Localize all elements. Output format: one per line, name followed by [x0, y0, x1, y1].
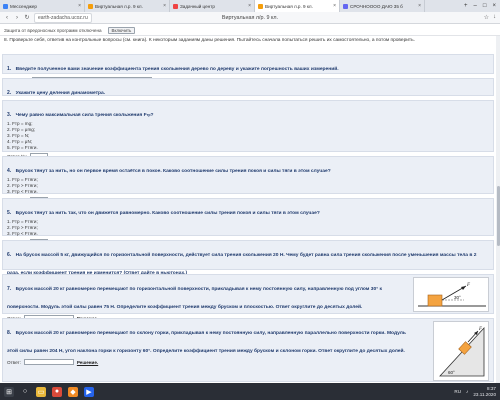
- page-content: 8. Проверьте себя, ответив на контрольны…: [0, 36, 496, 383]
- tab-label: Мессенджер: [10, 3, 37, 9]
- close-window-icon[interactable]: ×: [492, 3, 496, 9]
- file-explorer-icon[interactable]: ▭: [36, 386, 46, 397]
- tab-label: Задачный центр: [180, 3, 215, 9]
- task-2: 2. Укажите цену деления динамометра. Отв…: [2, 78, 494, 107]
- window-controls: + – □ ×: [464, 0, 500, 12]
- answer-label: Ответ:: [7, 359, 21, 365]
- question-text: Чему равно максимальная сила трения скол…: [15, 113, 147, 118]
- task-number: 5.: [7, 210, 12, 216]
- volume-icon[interactable]: ♪: [466, 389, 468, 394]
- protection-text: Защита от вредоносных программ отключена: [4, 27, 102, 33]
- incline-force-diagram: F 60°: [433, 321, 489, 381]
- address-bar: ‹ › ↻ earth-zadacha.ucoz.ru Виртуальная …: [0, 12, 500, 24]
- option: 5. Fтр = Fтяги.: [7, 145, 38, 150]
- task-number: 3.: [7, 112, 12, 118]
- task-number: 2.: [7, 90, 12, 96]
- close-icon[interactable]: ×: [248, 3, 251, 9]
- site-icon: [173, 3, 178, 9]
- question-text: Брусок массой 20 кг равномерно перемещаю…: [7, 331, 406, 354]
- tab-label: Виртуальная л.р. 9 кл.: [95, 3, 143, 9]
- task-3: 3. Чему равно максимальная сила трения с…: [2, 100, 494, 159]
- new-tab-icon[interactable]: +: [464, 3, 468, 9]
- tab-bar: Мессенджер × Виртуальная л.р. 9 кл. × За…: [0, 0, 500, 12]
- question-mark: ?: [150, 113, 154, 118]
- tab-messenger[interactable]: Мессенджер ×: [0, 0, 85, 12]
- enable-button[interactable]: Включить: [107, 26, 136, 34]
- question-text: Брусок тянут за нить, но он первое время…: [15, 169, 331, 174]
- task-6: 6. На брусок массой 5 кг, движущийся по …: [2, 240, 494, 287]
- task-4: 4. Брусок тянут за нить, но он первое вр…: [2, 156, 494, 203]
- answer-input[interactable]: [23, 359, 74, 365]
- close-icon[interactable]: ×: [418, 3, 421, 9]
- horizontal-force-diagram: F 30°: [413, 277, 489, 312]
- option: 3. Fтр < Fтяги.: [7, 189, 38, 194]
- option: 3. Fтр < Fтяги.: [7, 231, 38, 236]
- task-5: 5. Брусок тянут за нить так, что он движ…: [2, 198, 494, 245]
- messenger-icon: [3, 3, 8, 9]
- tab-label: СРОЧНОООО ДАЮ 35 б: [350, 3, 403, 9]
- task-7: 7. Брусок массой 20 кг равномерно переме…: [2, 274, 494, 321]
- language-indicator[interactable]: RU: [454, 389, 461, 394]
- search-icon[interactable]: ○: [20, 387, 30, 397]
- system-tray: RU ♪ 8:37 23.11.2020: [454, 386, 496, 397]
- solution-link[interactable]: Решение.: [77, 360, 98, 365]
- task-number: 7.: [7, 286, 12, 292]
- browser-icon[interactable]: ●: [52, 386, 62, 397]
- incline-diagram-svg: F 60°: [439, 326, 485, 377]
- question-text: Укажите цену деления динамометра.: [15, 91, 106, 96]
- minimize-icon[interactable]: –: [474, 3, 477, 9]
- site-icon: [343, 3, 348, 9]
- tab-virtual-lab-1[interactable]: Виртуальная л.р. 9 кл. ×: [85, 0, 170, 12]
- date: 23.11.2020: [473, 391, 496, 397]
- media-icon[interactable]: ▶: [84, 386, 94, 397]
- force-label: F: [466, 283, 471, 288]
- tab-label: Виртуальная л.р. 9 кл.: [265, 3, 313, 9]
- question-text: Введите полученное вами значение коэффиц…: [15, 67, 339, 72]
- angle-label: 30°: [454, 295, 461, 300]
- force-diagram-svg: F 30°: [418, 283, 486, 307]
- task-number: 6.: [7, 252, 12, 258]
- instruction-text: 8. Проверьте себя, ответив на контрольны…: [4, 38, 415, 43]
- taskbar: ⊞ ○ ▭ ● ◆ ▶ RU ♪ 8:37 23.11.2020: [0, 383, 500, 400]
- angle-label: 60°: [448, 370, 455, 375]
- page-title: Виртуальная л/р. 9 кл.: [221, 14, 279, 21]
- close-icon[interactable]: ×: [333, 3, 336, 9]
- app-icon[interactable]: ◆: [68, 386, 78, 397]
- tab-task-center[interactable]: Задачный центр ×: [170, 0, 255, 12]
- tab-question[interactable]: СРОЧНОООО ДАЮ 35 б ×: [340, 0, 425, 12]
- task-number: 1.: [7, 66, 12, 72]
- site-icon: [258, 3, 263, 9]
- task-number: 4.: [7, 168, 12, 174]
- clock[interactable]: 8:37 23.11.2020: [473, 386, 496, 397]
- start-icon[interactable]: ⊞: [4, 386, 14, 397]
- task-1: 1. Введите полученное вами значение коэф…: [2, 54, 494, 83]
- tab-virtual-lab-2[interactable]: Виртуальная л.р. 9 кл. ×: [255, 0, 340, 12]
- close-icon[interactable]: ×: [78, 3, 81, 9]
- protection-bar: Защита от вредоносных программ отключена…: [0, 25, 500, 36]
- task-number: 8.: [7, 330, 12, 336]
- scrollbar-thumb[interactable]: [496, 186, 500, 246]
- close-icon[interactable]: ×: [163, 3, 166, 9]
- scrollbar[interactable]: [496, 36, 500, 383]
- site-icon: [88, 3, 93, 9]
- task-8: 8. Брусок массой 20 кг равномерно переме…: [2, 318, 494, 382]
- maximize-icon[interactable]: □: [483, 3, 487, 9]
- question-text: На брусок массой 5 кг, движущийся по гор…: [7, 253, 477, 276]
- question-text: Брусок тянут за нить так, что он движетс…: [15, 211, 320, 216]
- question-text: Брусок массой 20 кг равномерно перемещаю…: [7, 287, 382, 310]
